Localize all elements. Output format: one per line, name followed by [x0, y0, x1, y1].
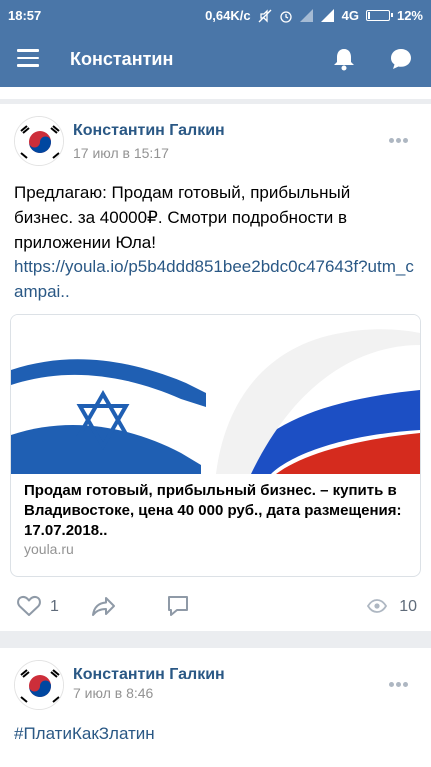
status-bar: 18:57 0,64K/c 4G 12% — [0, 0, 431, 31]
like-count: 1 — [50, 598, 59, 615]
bell-icon[interactable] — [331, 46, 357, 72]
avatar[interactable] — [14, 116, 64, 166]
app-bar: Константин — [0, 31, 431, 87]
post-author[interactable]: Константин Галкин — [73, 666, 225, 684]
post-author[interactable]: Константин Галкин — [73, 122, 225, 140]
post-date: 7 июл в 8:46 — [73, 685, 154, 701]
post-card: Константин Галкин 17 июл в 15:17 Предлаг… — [0, 104, 431, 631]
status-icons: 0,64K/c 4G 12% — [205, 8, 423, 23]
post-text: Предлагаю: Продам готовый, прибыльный би… — [14, 183, 351, 252]
signal-icon-2 — [320, 9, 334, 22]
comment-icon[interactable] — [165, 594, 191, 618]
status-battery: 12% — [396, 8, 423, 23]
snippet-title: Продам готовый, прибыльный бизнес. – куп… — [24, 482, 402, 539]
share-icon[interactable] — [91, 594, 117, 618]
more-icon[interactable] — [389, 674, 411, 687]
status-speed: 0,64K/c — [205, 8, 251, 23]
link-snippet[interactable]: Продам готовый, прибыльный бизнес. – куп… — [10, 314, 421, 577]
post-card: Константин Галкин 7 июл в 8:46 #ПлатиКак… — [0, 648, 431, 767]
battery-icon — [365, 10, 393, 21]
page-title: Константин — [70, 49, 174, 69]
mute-icon — [258, 8, 272, 23]
avatar[interactable] — [14, 660, 64, 710]
post-date: 17 июл в 15:17 — [73, 145, 169, 161]
message-icon[interactable] — [388, 46, 414, 72]
taeguk-flag-icon — [15, 661, 63, 709]
eye-icon — [367, 599, 387, 613]
menu-icon[interactable] — [17, 49, 39, 67]
previous-post-edge — [0, 87, 431, 99]
snippet-domain: youla.ru — [24, 541, 74, 557]
taeguk-flag-icon — [15, 117, 63, 165]
post-link[interactable]: https://youla.io/p5b4ddd851bee2bdc0c4764… — [14, 254, 414, 304]
view-count: 10 — [399, 598, 417, 615]
alarm-icon — [279, 10, 292, 23]
signal-icon — [299, 9, 313, 22]
heart-icon[interactable] — [16, 594, 42, 618]
post-actions: 1 10 — [0, 594, 431, 618]
more-icon[interactable] — [389, 130, 411, 143]
post-hashtag[interactable]: #ПлатиКакЗлатин — [14, 724, 155, 744]
status-time: 18:57 — [8, 8, 42, 23]
status-network: 4G — [341, 8, 359, 23]
snippet-image — [11, 315, 420, 474]
